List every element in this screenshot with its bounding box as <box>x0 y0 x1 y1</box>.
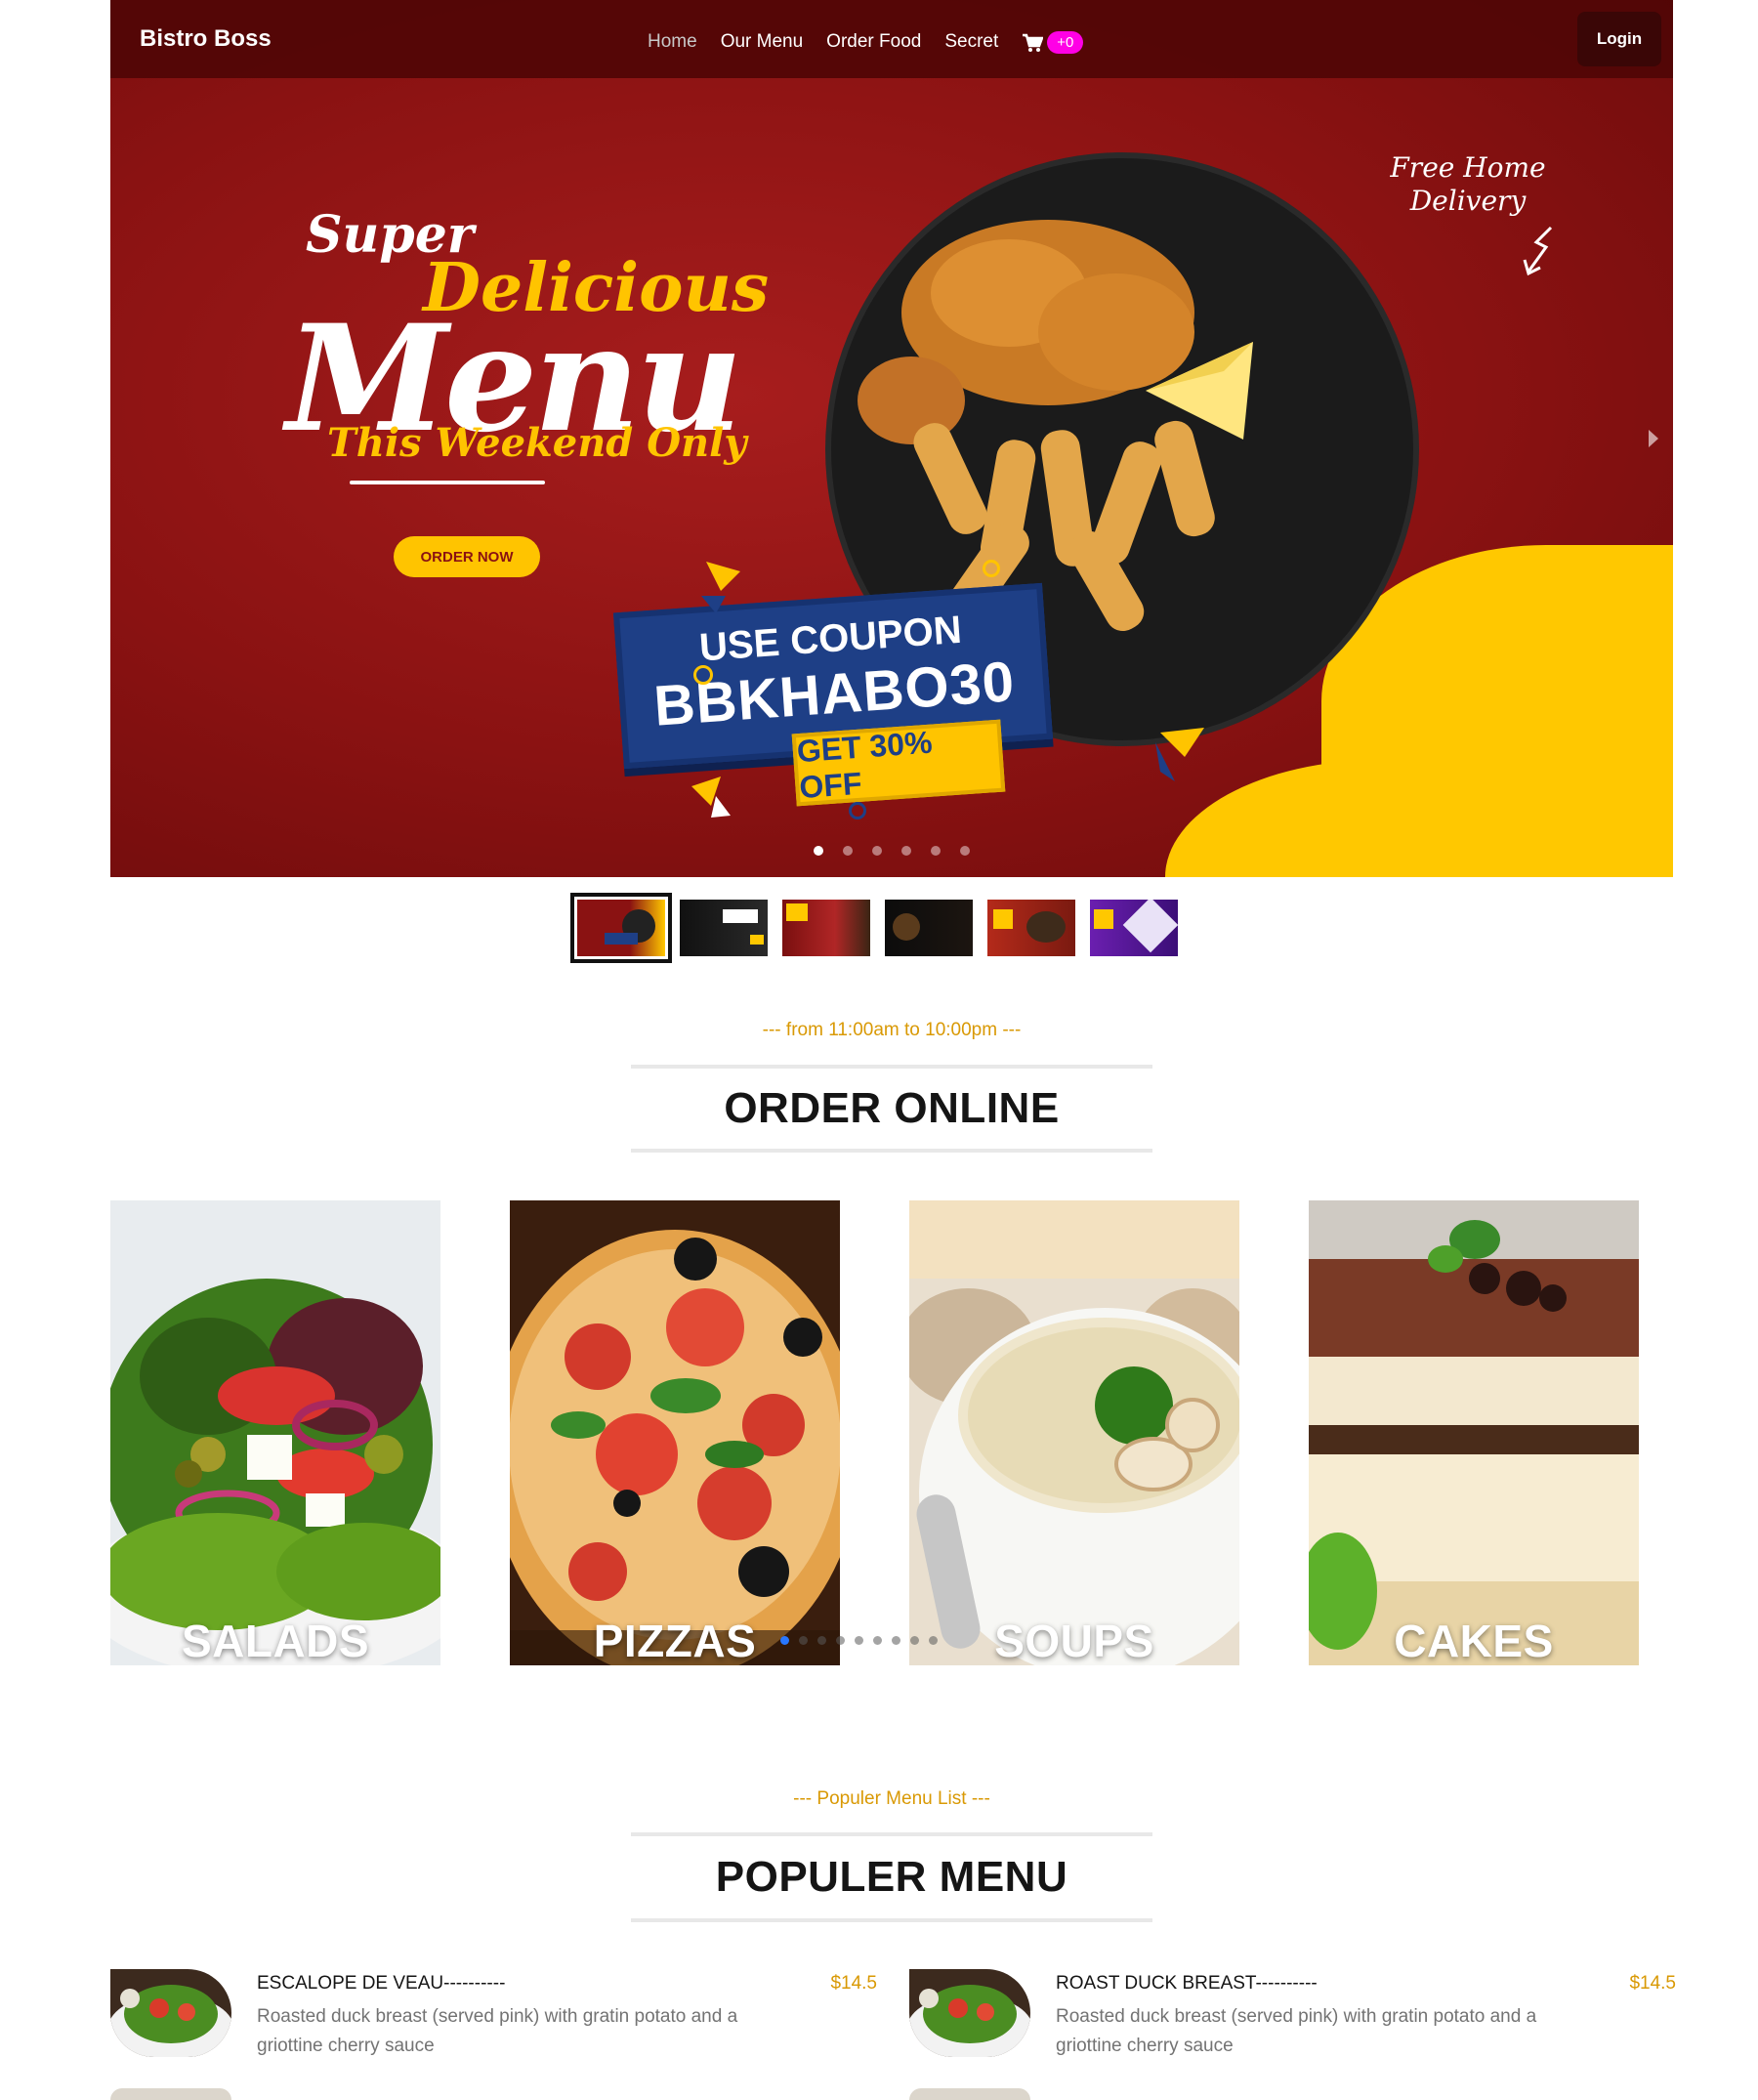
slide-dot[interactable] <box>843 846 853 856</box>
carousel-dot[interactable] <box>892 1636 900 1645</box>
confetti-icon <box>691 777 731 818</box>
circle-decoration <box>849 802 866 819</box>
cart-icon <box>1023 33 1044 52</box>
category-carousel-dots <box>780 1636 938 1645</box>
menu-item[interactable]: ROAST DUCK BREAST---------- Roasted duck… <box>909 1969 1676 2067</box>
salad-image <box>110 1200 440 1665</box>
nav-secret[interactable]: Secret <box>944 31 998 54</box>
soup-image <box>909 1200 1239 1665</box>
pizza-image <box>510 1200 840 1665</box>
brand-logo[interactable]: Bistro Boss <box>140 25 272 53</box>
cart-count-badge: +0 <box>1047 31 1084 54</box>
menu-item-description: Roasted duck breast (served pink) with g… <box>1056 2006 1537 2056</box>
carousel-thumbnails <box>570 893 1178 963</box>
thumbnail-5[interactable] <box>987 900 1075 956</box>
menu-item-image <box>110 1969 231 2057</box>
nav-links: Home Our Menu Order Food Secret +0 <box>648 31 1084 54</box>
hero-underline <box>350 481 545 484</box>
nav-our-menu[interactable]: Our Menu <box>721 31 803 54</box>
slide-dot[interactable] <box>960 846 970 856</box>
thumbnail-3[interactable] <box>782 900 870 956</box>
order-now-button[interactable]: ORDER NOW <box>394 536 540 577</box>
menu-item-image <box>110 2088 231 2100</box>
confetti-icon <box>701 562 740 613</box>
hero-carousel[interactable]: Super Delicious Menu This Weekend Only O… <box>110 0 1673 877</box>
category-card-salads[interactable]: SALADS <box>110 1200 440 1665</box>
category-card-cakes[interactable]: CAKES <box>1309 1200 1639 1665</box>
menu-item-name: ROAST DUCK BREAST---------- <box>1056 1973 1318 1994</box>
coupon-discount: GET 30% OFF <box>791 719 1006 807</box>
category-label: SOUPS <box>994 1616 1154 1665</box>
thumbnail-1[interactable] <box>570 893 672 963</box>
nav-home[interactable]: Home <box>648 31 697 54</box>
carousel-dot[interactable] <box>817 1636 826 1645</box>
carousel-dot[interactable] <box>836 1636 845 1645</box>
carousel-dot[interactable] <box>855 1636 863 1645</box>
menu-item-description: Roasted duck breast (served pink) with g… <box>257 2006 738 2056</box>
next-slide-arrow-icon[interactable] <box>1649 430 1658 447</box>
carousel-dot[interactable] <box>929 1636 938 1645</box>
circle-decoration <box>693 665 713 685</box>
menu-item-name: ESCALOPE DE VEAU---------- <box>257 1973 506 1994</box>
order-online-title: ORDER ONLINE <box>724 1084 1060 1132</box>
popular-menu-subtitle: --- Populer Menu List --- <box>793 1788 990 1809</box>
hero-weekend-text: This Weekend Only <box>327 420 747 466</box>
order-online-heading: ORDER ONLINE <box>631 1065 1152 1153</box>
category-label: SALADS <box>181 1616 370 1665</box>
order-online-subtitle: --- from 11:00am to 10:00pm --- <box>762 1020 1022 1040</box>
category-label: CAKES <box>1394 1616 1554 1665</box>
thumbnail-4[interactable] <box>885 900 973 956</box>
menu-item-image <box>909 1969 1030 2057</box>
login-button[interactable]: Login <box>1577 12 1661 66</box>
thumbnail-2[interactable] <box>680 900 768 956</box>
thumbnail-6[interactable] <box>1090 900 1178 956</box>
circle-decoration <box>983 560 1000 577</box>
curved-arrow-icon <box>1523 226 1553 276</box>
carousel-dot[interactable] <box>873 1636 882 1645</box>
slide-dot[interactable] <box>901 846 911 856</box>
popular-menu-heading: POPULER MENU <box>631 1832 1152 1922</box>
popular-menu-title: POPULER MENU <box>715 1853 1068 1901</box>
menu-item[interactable]: ESCALOPE DE VEAU---------- Roasted duck … <box>110 1969 877 2067</box>
menu-item-price: $14.5 <box>830 1973 877 1994</box>
category-card-pizzas[interactable]: PIZZAS <box>510 1200 840 1665</box>
cake-image <box>1309 1200 1639 1665</box>
hero-slide-dots <box>814 846 970 856</box>
menu-item-image <box>909 2088 1030 2100</box>
free-delivery-text: Free Home Delivery <box>1390 151 1546 217</box>
carousel-dot[interactable] <box>780 1636 789 1645</box>
category-carousel[interactable]: SALADS PIZZAS SOUPS CAKES <box>110 1200 1673 1665</box>
menu-item-price: $14.5 <box>1629 1973 1676 1994</box>
carousel-dot[interactable] <box>910 1636 919 1645</box>
slide-dot[interactable] <box>931 846 941 856</box>
cart-button[interactable]: +0 <box>1022 31 1084 54</box>
slide-dot[interactable] <box>814 846 823 856</box>
navbar: Bistro Boss Home Our Menu Order Food Sec… <box>110 0 1673 78</box>
carousel-dot[interactable] <box>799 1636 808 1645</box>
slide-dot[interactable] <box>872 846 882 856</box>
category-card-soups[interactable]: SOUPS <box>909 1200 1239 1665</box>
confetti-icon <box>1155 728 1204 781</box>
nav-order-food[interactable]: Order Food <box>826 31 921 54</box>
